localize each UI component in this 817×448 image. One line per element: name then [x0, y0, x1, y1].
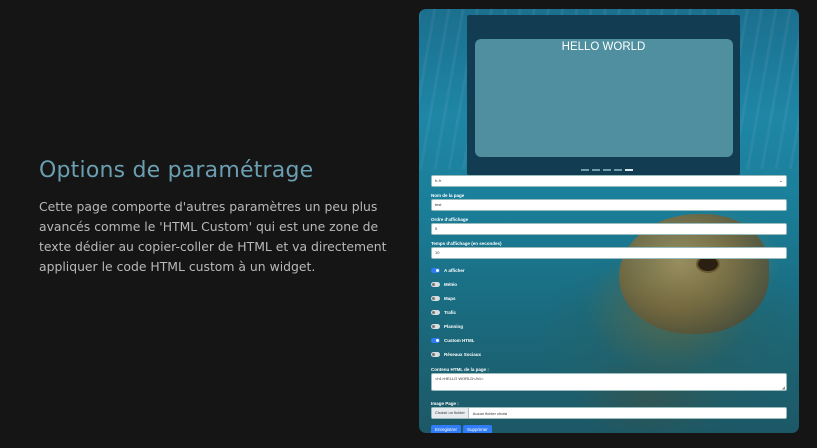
app-screenshot: HELLO WORLD fr-fr ⌄ Nom de la page test …: [419, 9, 799, 433]
carousel-indicators: [581, 169, 633, 171]
toggle-row-planning[interactable]: Planning: [431, 319, 787, 333]
html-content-textarea[interactable]: <h1>HELLO WORLD</h1> ◢: [431, 373, 787, 391]
carousel-dot[interactable]: [614, 169, 622, 171]
html-content-value: <h1>HELLO WORLD</h1>: [435, 376, 484, 381]
chevron-down-icon: ⌄: [778, 178, 783, 184]
delete-button[interactable]: Supprimer: [463, 425, 492, 433]
carousel-dot[interactable]: [581, 169, 589, 171]
save-button[interactable]: Enregistrer: [431, 425, 462, 433]
toggle-label: Maps: [444, 295, 456, 301]
toggle-switch[interactable]: [431, 309, 440, 315]
toggle-row-display[interactable]: A afficher: [431, 263, 787, 277]
toggle-label: Réseaux Sociaux: [444, 351, 482, 357]
intro-title: Options de paramétrage: [39, 158, 314, 183]
image-file-input[interactable]: Choisir un fichier Aucun fichier choisi: [431, 407, 787, 419]
preview-title: HELLO WORLD: [561, 41, 646, 53]
toggle-switch[interactable]: [431, 295, 440, 301]
choose-file-button[interactable]: Choisir un fichier: [432, 408, 469, 418]
toggle-row-traffic[interactable]: Trafic: [431, 305, 787, 319]
display-time-input[interactable]: 10: [431, 247, 787, 259]
toggle-switch[interactable]: [431, 323, 440, 329]
language-select[interactable]: fr-fr ⌄: [431, 175, 787, 187]
carousel-dot-active[interactable]: [625, 169, 633, 171]
toggle-switch[interactable]: [431, 351, 440, 357]
toggle-row-maps[interactable]: Maps: [431, 291, 787, 305]
toggle-row-weather[interactable]: Météo: [431, 277, 787, 291]
toggle-row-custom-html[interactable]: Custom HTML: [431, 333, 787, 347]
toggle-row-social[interactable]: Réseaux Sociaux: [431, 347, 787, 361]
toggle-label: Planning: [444, 323, 463, 329]
form-actions: Enregistrer Supprimer: [431, 425, 787, 433]
carousel-dot[interactable]: [592, 169, 600, 171]
toggle-switch[interactable]: [431, 337, 440, 343]
toggle-switch[interactable]: [431, 281, 440, 287]
widget-preview: HELLO WORLD: [467, 15, 740, 175]
page-name-input[interactable]: test: [431, 199, 787, 211]
resize-grip-icon[interactable]: ◢: [782, 385, 785, 390]
toggle-label: Météo: [444, 281, 458, 287]
file-name-text: Aucun fichier choisi: [472, 410, 508, 416]
intro-body: Cette page comporte d'autres paramètres …: [39, 199, 387, 274]
language-select-value: fr-fr: [435, 178, 442, 183]
toggle-label: Custom HTML: [444, 337, 475, 343]
carousel-dot[interactable]: [603, 169, 611, 171]
display-order-input[interactable]: 5: [431, 223, 787, 235]
preview-card: [475, 39, 733, 157]
page-settings-form: fr-fr ⌄ Nom de la page test Ordre d'affi…: [431, 175, 787, 433]
intro-section: Options de paramétrage Cette page compor…: [39, 158, 404, 277]
toggle-label: A afficher: [444, 267, 465, 273]
toggle-switch[interactable]: [431, 267, 440, 273]
toggle-label: Trafic: [444, 309, 457, 315]
